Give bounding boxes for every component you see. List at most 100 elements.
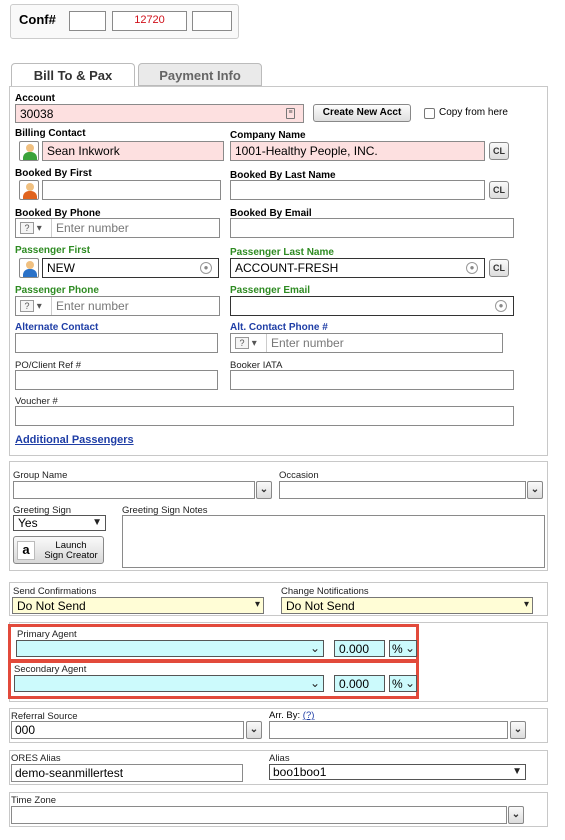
primary-agent-pct-field[interactable]: 0.000 xyxy=(334,640,385,657)
referral-source-dropdown[interactable]: ⌄ xyxy=(246,721,262,739)
greeting-sign-value: Yes xyxy=(18,516,38,530)
conf-prefix-field[interactable] xyxy=(69,11,106,31)
chevron-down-icon: ⌄ xyxy=(404,676,415,690)
alias-label: Alias xyxy=(269,753,290,764)
timezone-dropdown[interactable]: ⌄ xyxy=(508,806,524,824)
country-code-dropdown[interactable]: ? ▾ xyxy=(16,297,52,315)
lookup-icon[interactable]: ≡ xyxy=(286,108,295,119)
alt-contact-phone-label: Alt. Contact Phone # xyxy=(230,322,328,333)
additional-passengers-link[interactable]: Additional Passengers xyxy=(15,434,134,446)
primary-agent-select[interactable]: ⌄ xyxy=(16,640,324,657)
arr-by-field[interactable] xyxy=(269,721,508,739)
tab-label: Bill To & Pax xyxy=(33,68,113,83)
copy-from-here-label: Copy from here xyxy=(439,107,508,118)
ores-alias-label: ORES Alias xyxy=(11,753,61,764)
account-field[interactable]: 30038 ≡ xyxy=(15,104,304,123)
group-name-field[interactable] xyxy=(13,481,255,499)
primary-agent-label: Primary Agent xyxy=(17,629,77,640)
primary-agent-unit-value: % xyxy=(392,642,403,656)
referral-source-field[interactable]: 000 xyxy=(11,721,244,739)
phone-placeholder: Enter number xyxy=(56,299,129,313)
group-name-dropdown[interactable]: ⌄ xyxy=(256,481,272,499)
secondary-agent-select[interactable]: ⌄ xyxy=(14,675,324,692)
person-icon[interactable] xyxy=(19,180,39,200)
voucher-field[interactable] xyxy=(15,406,514,426)
mic-icon[interactable]: ● xyxy=(495,300,507,312)
alias-select[interactable]: boo1boo1 ▼ xyxy=(269,764,526,780)
chevron-down-icon: ⌄ xyxy=(404,641,415,655)
country-flag-icon: ? xyxy=(235,337,249,349)
arr-by-help-link[interactable]: (?) xyxy=(303,710,315,721)
booker-iata-field[interactable] xyxy=(230,370,514,390)
passenger-first-field[interactable]: NEW ● xyxy=(42,258,219,278)
arr-by-dropdown[interactable]: ⌄ xyxy=(510,721,526,739)
chevron-down-icon: ▼ xyxy=(512,766,522,777)
timezone-field[interactable] xyxy=(11,806,507,824)
chevron-down-icon: ⌄ xyxy=(309,676,320,690)
billing-contact-field[interactable]: Sean Inkwork xyxy=(42,141,224,161)
secondary-agent-unit-select[interactable]: % ⌄ xyxy=(389,675,417,692)
arr-by-label: Arr. By: xyxy=(269,710,301,721)
change-notifications-value: Do Not Send xyxy=(286,599,355,613)
alt-contact-phone-field[interactable]: ? ▾ Enter number xyxy=(230,333,503,353)
ores-alias-field[interactable]: demo-seanmillertest xyxy=(11,764,243,782)
chevron-down-icon: ⌄ xyxy=(309,641,320,655)
passenger-phone-label: Passenger Phone xyxy=(15,285,99,296)
greeting-sign-select[interactable]: Yes ▼ xyxy=(13,515,106,531)
clear-passenger-button[interactable]: CL xyxy=(489,259,509,277)
clear-company-button[interactable]: CL xyxy=(489,142,509,160)
secondary-agent-unit-value: % xyxy=(392,677,403,691)
phone-placeholder: Enter number xyxy=(271,336,344,350)
company-name-field[interactable]: 1001-Healthy People, INC. xyxy=(230,141,485,161)
passenger-last-label: Passenger Last Name xyxy=(230,247,334,258)
passenger-email-field[interactable]: ● xyxy=(230,296,514,316)
passenger-last-value: ACCOUNT-FRESH xyxy=(235,261,339,275)
booked-by-first-field[interactable] xyxy=(42,180,221,200)
occasion-dropdown[interactable]: ⌄ xyxy=(527,481,543,499)
send-confirmations-select[interactable]: Do Not Send ▾ xyxy=(12,597,264,614)
occasion-label: Occasion xyxy=(279,470,319,481)
timezone-label: Time Zone xyxy=(11,795,57,806)
change-notifications-select[interactable]: Do Not Send ▾ xyxy=(281,597,533,614)
po-ref-field[interactable] xyxy=(15,370,218,390)
secondary-agent-pct-field[interactable]: 0.000 xyxy=(334,675,385,692)
mic-icon[interactable]: ● xyxy=(200,262,212,274)
alternate-contact-field[interactable] xyxy=(15,333,218,353)
change-notifications-label: Change Notifications xyxy=(281,586,369,597)
amazon-icon: a xyxy=(17,541,35,560)
tab-payment-info[interactable]: Payment Info xyxy=(138,63,262,86)
passenger-phone-field[interactable]: ? ▾ Enter number xyxy=(15,296,220,316)
passenger-last-field[interactable]: ACCOUNT-FRESH ● xyxy=(230,258,485,278)
tab-label: Payment Info xyxy=(159,68,241,83)
country-code-dropdown[interactable]: ? ▾ xyxy=(231,334,267,352)
country-flag-icon: ? xyxy=(20,300,34,312)
chevron-down-icon: ▾ xyxy=(254,599,260,610)
clear-booked-by-button[interactable]: CL xyxy=(489,181,509,199)
conf-number-field[interactable]: 12720 xyxy=(112,11,187,31)
account-label: Account xyxy=(15,93,55,104)
greeting-sign-notes-textarea[interactable] xyxy=(122,515,545,568)
arr-by-label-group: Arr. By: (?) xyxy=(269,710,314,721)
copy-from-here-checkbox[interactable] xyxy=(424,108,435,119)
create-new-acct-button[interactable]: Create New Acct xyxy=(313,104,411,122)
mic-icon[interactable]: ● xyxy=(466,262,478,274)
alternate-contact-label: Alternate Contact xyxy=(15,322,99,333)
send-confirmations-label: Send Confirmations xyxy=(13,586,97,597)
primary-agent-unit-select[interactable]: % ⌄ xyxy=(389,640,417,657)
tab-bill-to-pax[interactable]: Bill To & Pax xyxy=(11,63,135,87)
chevron-down-icon: ▼ xyxy=(92,517,102,528)
account-value: 30038 xyxy=(20,107,54,121)
person-icon[interactable] xyxy=(19,258,39,278)
conf-label: Conf# xyxy=(19,12,56,27)
chevron-down-icon: ▾ xyxy=(523,599,529,610)
person-icon[interactable] xyxy=(19,141,39,161)
launch-sign-creator-button[interactable]: a Launch Sign Creator xyxy=(13,536,104,564)
occasion-field[interactable] xyxy=(279,481,526,499)
booked-by-last-field[interactable] xyxy=(230,180,485,200)
sign-creator-label: Sign Creator xyxy=(44,550,98,561)
booked-by-phone-field[interactable]: ? ▾ Enter number xyxy=(15,218,220,238)
conf-suffix-field[interactable] xyxy=(192,11,232,31)
booked-by-email-field[interactable] xyxy=(230,218,514,238)
country-code-dropdown[interactable]: ? ▾ xyxy=(16,219,52,237)
booked-by-first-label: Booked By First xyxy=(15,168,92,179)
